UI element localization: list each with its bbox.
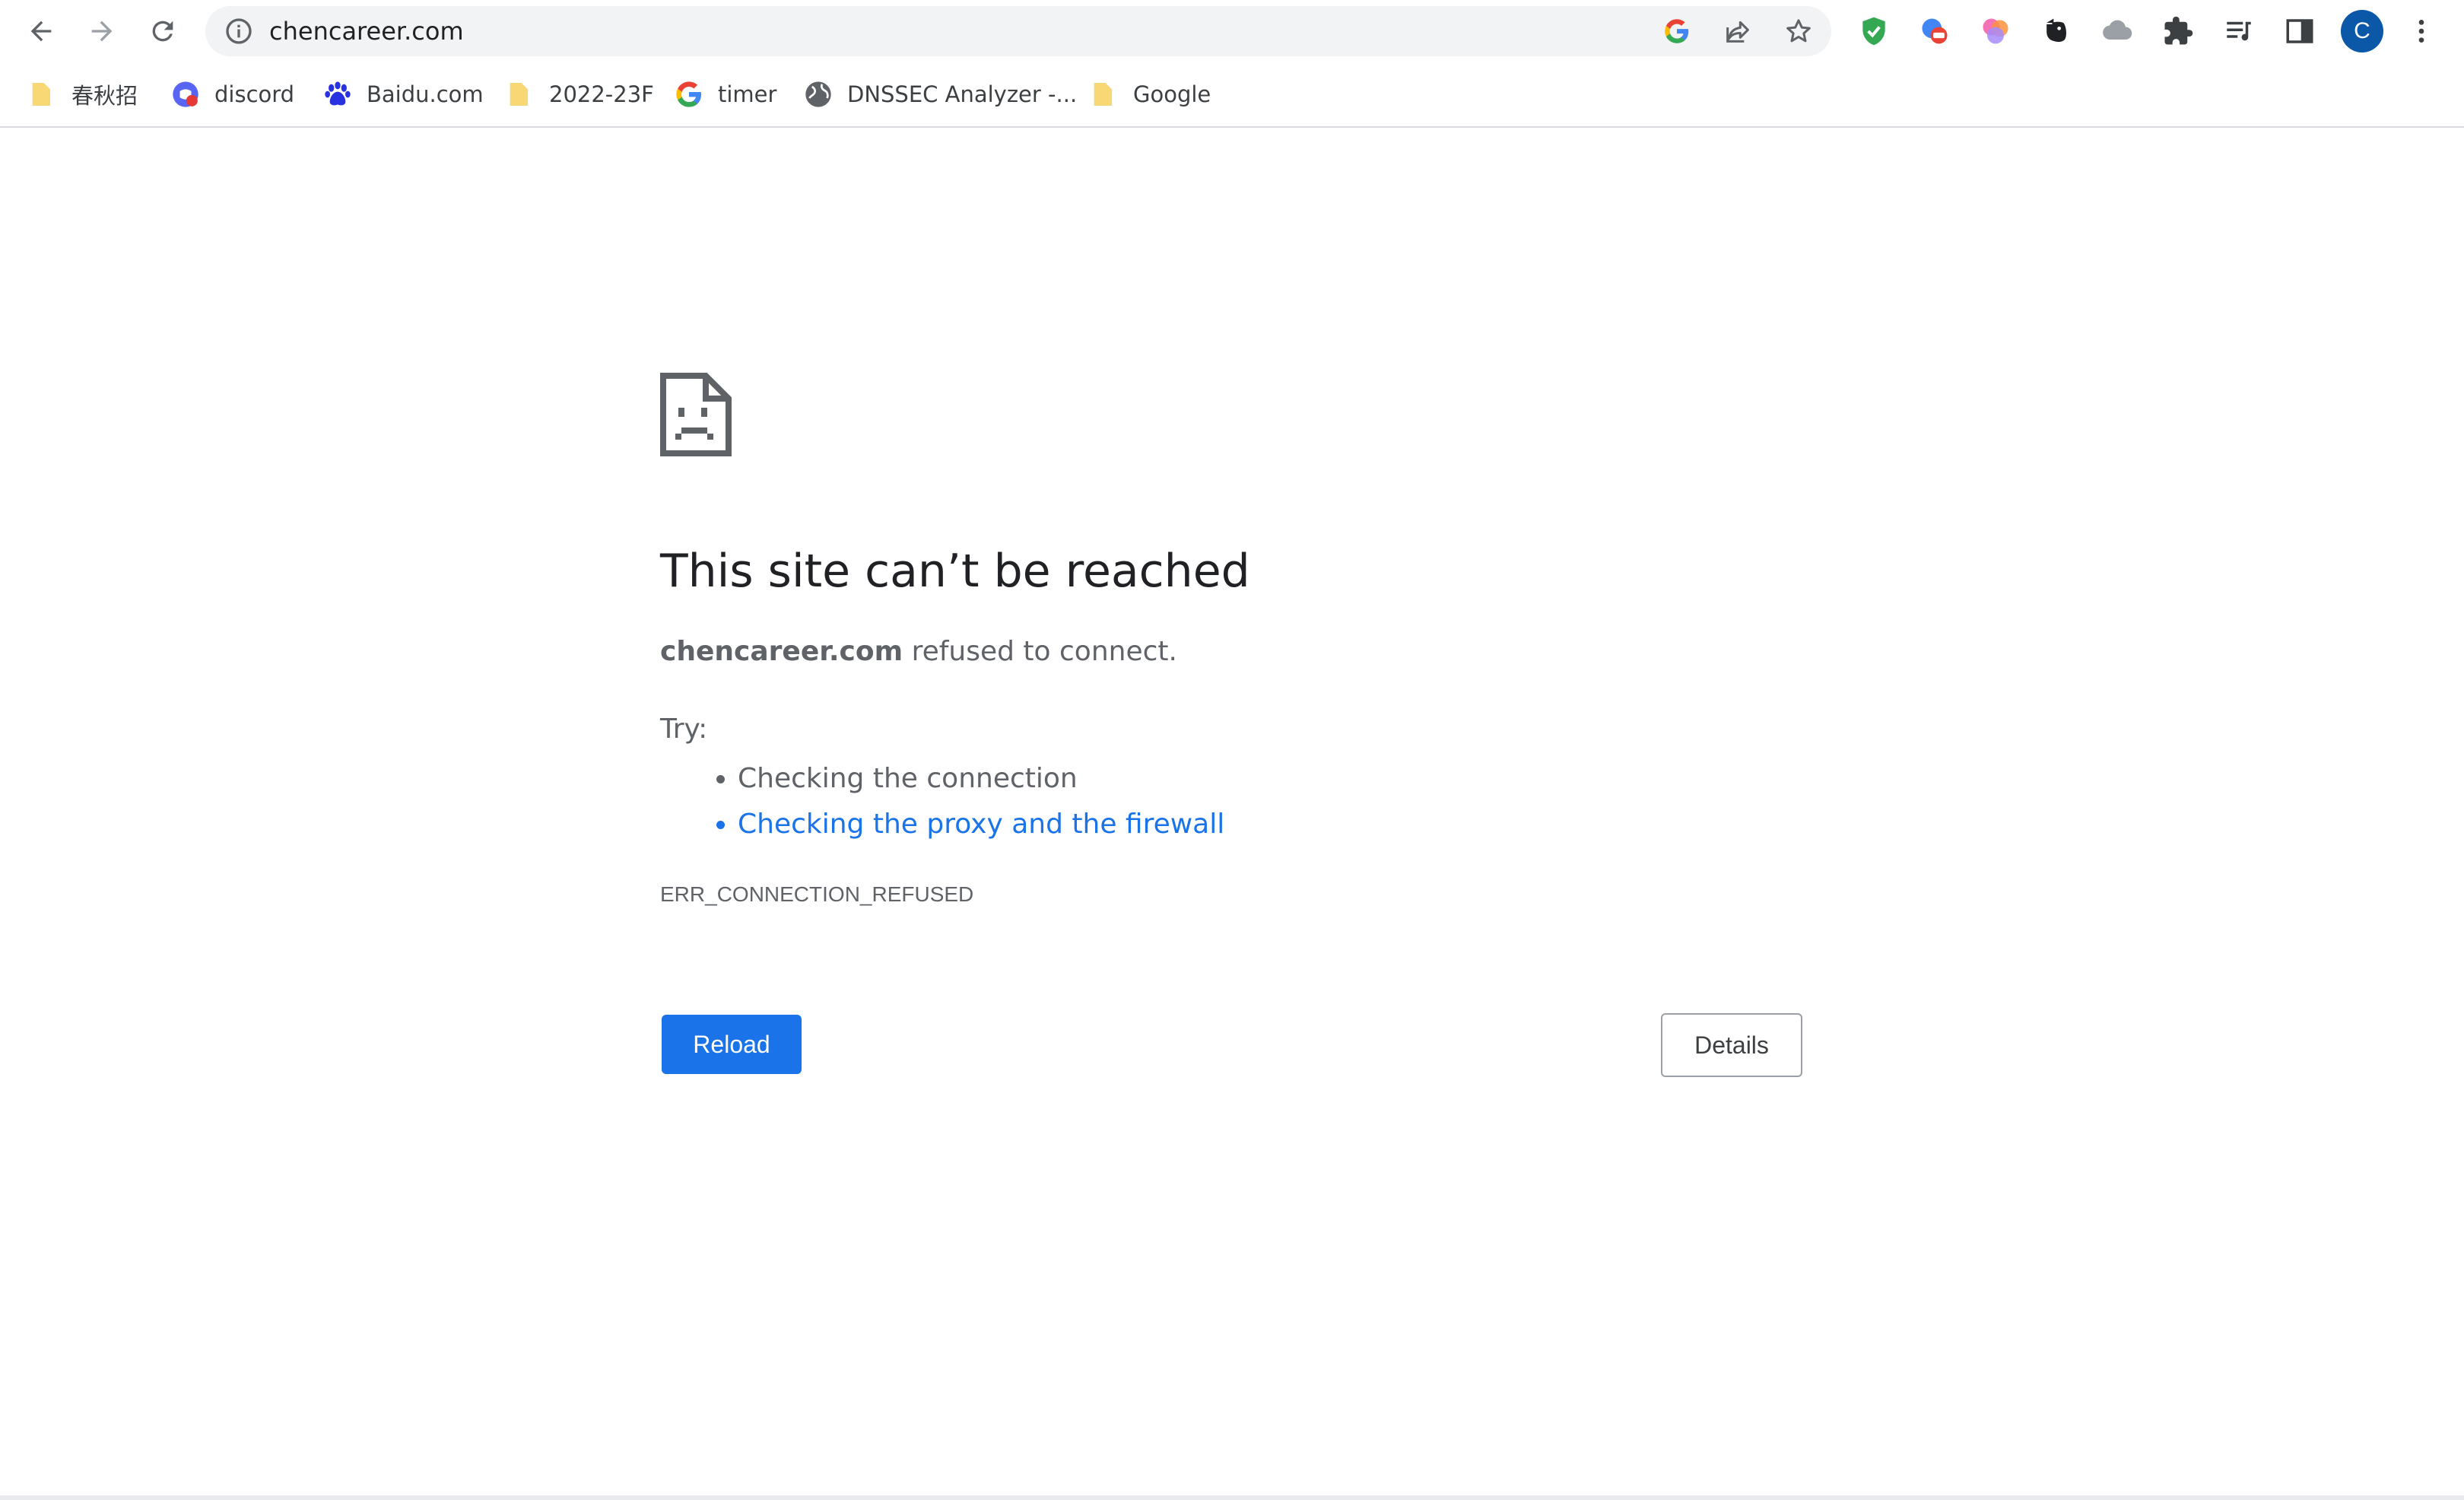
- star-icon: [1786, 19, 1811, 43]
- browser-toolbar: chencareer.com C: [0, 0, 2464, 62]
- bookmark-folder-2[interactable]: 2022-23F: [505, 73, 654, 116]
- bottom-divider: [0, 1495, 2464, 1500]
- extension-colorful[interactable]: [1977, 13, 2014, 49]
- bookmark-discord[interactable]: discord: [170, 73, 294, 116]
- puzzle-icon: [2164, 16, 2193, 45]
- forward-button[interactable]: [81, 10, 123, 52]
- url-text[interactable]: chencareer.com: [269, 6, 464, 56]
- profile-avatar[interactable]: C: [2341, 10, 2383, 52]
- back-arrow-icon: [30, 21, 52, 42]
- bookmark-label: DNSSEC Analyzer -...: [847, 81, 1078, 107]
- google-lens-button[interactable]: [1661, 15, 1693, 47]
- folder-icon: [510, 83, 528, 106]
- baidu-paw-icon: [325, 81, 351, 106]
- google-icon: [676, 81, 701, 107]
- three-dot-menu-icon: [2418, 20, 2424, 43]
- bookmark-star-button[interactable]: [1783, 15, 1815, 47]
- suggestion-list: Checking the connection Checking the pro…: [707, 756, 1224, 847]
- cloud-icon: [2103, 20, 2132, 40]
- folder-icon: [1094, 83, 1112, 106]
- bookmark-label: discord: [214, 81, 295, 107]
- extension-translate[interactable]: [1916, 13, 1953, 49]
- back-button[interactable]: [20, 10, 62, 52]
- shield-check-icon: [1862, 17, 1885, 46]
- info-icon[interactable]: [224, 16, 254, 46]
- details-button[interactable]: Details: [1661, 1013, 1802, 1077]
- share-icon: [1726, 21, 1749, 43]
- side-panel-button[interactable]: [2281, 13, 2318, 49]
- elephant-icon: [2046, 18, 2066, 43]
- suggestion-check-proxy-link[interactable]: Checking the proxy and the firewall: [738, 802, 1224, 847]
- bookmark-label: 2022-23F: [549, 81, 654, 107]
- bookmark-folder-1[interactable]: 春秋招: [27, 73, 138, 116]
- forward-arrow-icon: [91, 21, 113, 42]
- reload-button[interactable]: Reload: [662, 1015, 802, 1074]
- bookmark-label: timer: [718, 81, 777, 107]
- error-title: This site can’t be reached: [660, 545, 1250, 598]
- media-queue-icon: [2227, 21, 2251, 41]
- extensions-menu-button[interactable]: [2160, 13, 2196, 49]
- translate-icon: [1922, 18, 1948, 44]
- bookmarks-bar: 春秋招 discord Baidu.com 2022-23F timer DNS…: [0, 62, 2464, 128]
- media-controls-button[interactable]: [2221, 13, 2257, 49]
- extension-cloud[interactable]: [2099, 13, 2135, 49]
- error-message: chencareer.com refused to connect.: [660, 636, 1177, 667]
- side-panel-icon: [2286, 19, 2313, 43]
- try-label: Try:: [660, 713, 708, 745]
- share-button[interactable]: [1722, 15, 1754, 47]
- sad-page-icon: [660, 373, 732, 456]
- avatar-initial: C: [2354, 18, 2370, 43]
- bookmark-label: 春秋招: [71, 83, 138, 109]
- browser-menu-button[interactable]: [2403, 13, 2440, 49]
- bookmark-timer[interactable]: timer: [674, 73, 776, 116]
- reload-page-button[interactable]: [141, 10, 184, 52]
- bookmark-baidu[interactable]: Baidu.com: [322, 73, 484, 116]
- error-code: ERR_CONNECTION_REFUSED: [660, 882, 974, 906]
- error-message-suffix: refused to connect.: [903, 636, 1177, 667]
- suggestion-check-connection: Checking the connection: [738, 756, 1224, 802]
- discord-icon: [173, 81, 198, 107]
- bookmark-dnssec[interactable]: DNSSEC Analyzer -...: [803, 73, 1077, 116]
- bookmark-label: Google: [1133, 81, 1211, 107]
- colorful-circles-icon: [1983, 18, 2008, 44]
- bookmark-folder-google[interactable]: Google: [1089, 73, 1211, 116]
- address-bar[interactable]: chencareer.com: [205, 6, 1831, 56]
- error-host: chencareer.com: [660, 636, 903, 667]
- google-icon: [1665, 19, 1689, 43]
- reload-icon: [152, 21, 173, 42]
- bookmark-label: Baidu.com: [367, 81, 484, 107]
- extension-shield[interactable]: [1856, 13, 1892, 49]
- extension-evernote[interactable]: [2038, 13, 2075, 49]
- globe-icon: [805, 81, 831, 107]
- folder-icon: [32, 83, 50, 106]
